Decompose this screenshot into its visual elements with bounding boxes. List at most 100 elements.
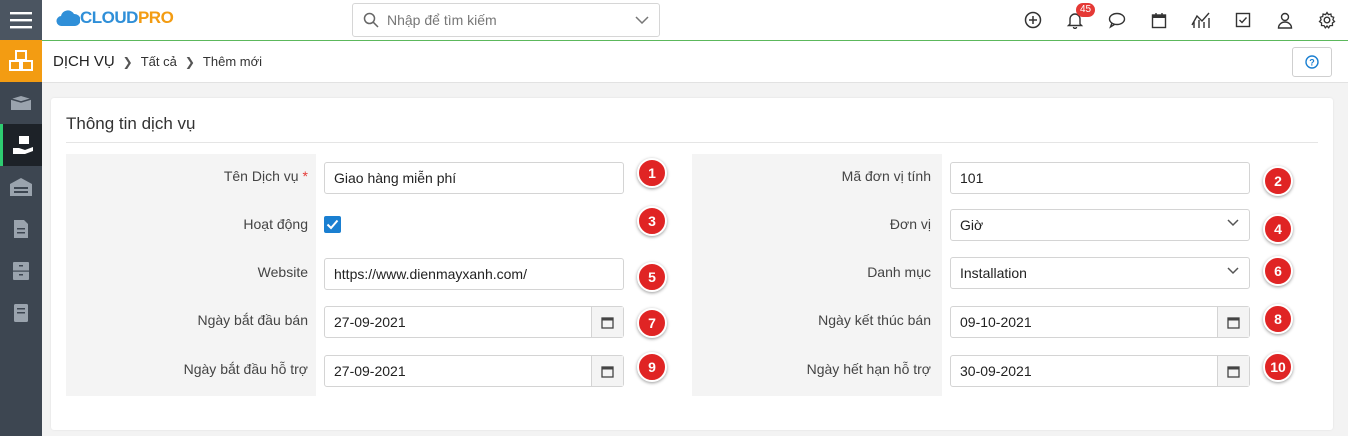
breadcrumb: DỊCH VỤ ❯ Tất cả ❯ Thêm mới ? <box>42 41 1348 83</box>
service-name-field[interactable]: Giao hàng miễn phí <box>324 162 624 194</box>
tasks-button[interactable] <box>1222 0 1264 40</box>
gear-icon <box>1318 11 1336 29</box>
messages-button[interactable] <box>1096 0 1138 40</box>
add-button[interactable] <box>1012 0 1054 40</box>
sale-start-label: Ngày bắt đầu bán <box>197 312 308 328</box>
top-bar: CLOUDPRO Nhập để tìm kiếm 45 <box>42 0 1348 41</box>
search-box[interactable]: Nhập để tìm kiếm <box>352 3 660 37</box>
document-icon <box>14 220 28 238</box>
logo-text-main: CLOUD <box>80 8 138 27</box>
box-open-icon <box>10 96 32 110</box>
chevron-down-icon <box>635 16 649 24</box>
marker-9: 9 <box>637 352 667 382</box>
calendar-icon <box>601 365 614 378</box>
marker-6: 6 <box>1263 256 1293 286</box>
hamburger-icon <box>10 12 32 29</box>
marker-1: 1 <box>637 158 667 188</box>
profile-button[interactable] <box>1264 0 1306 40</box>
warehouse-icon <box>10 178 32 196</box>
support-start-date-field[interactable]: 27-09-2021 <box>324 355 624 387</box>
support-start-calendar-button[interactable] <box>591 356 623 386</box>
calendar-icon <box>601 316 614 329</box>
search-input[interactable]: Nhập để tìm kiếm <box>387 12 635 28</box>
support-start-date-value: 27-09-2021 <box>334 363 406 379</box>
sidebar-item-inventory[interactable] <box>0 82 42 124</box>
unit-label: Đơn vị <box>889 216 931 232</box>
unit-select-value: Giờ <box>960 217 984 233</box>
chart-icon <box>1191 12 1210 28</box>
support-end-date-value: 30-09-2021 <box>960 363 1032 379</box>
marker-8: 8 <box>1263 304 1293 334</box>
sale-end-date-field[interactable]: 09-10-2021 <box>950 306 1250 338</box>
breadcrumb-current: Thêm mới <box>202 54 263 69</box>
active-checkbox[interactable] <box>324 216 341 233</box>
sidebar-item-archive[interactable] <box>0 250 42 292</box>
notification-badge: 45 <box>1076 3 1096 17</box>
support-start-label: Ngày bắt đầu hỗ trợ <box>183 361 308 377</box>
sidebar-item-documents[interactable] <box>0 208 42 250</box>
chat-bubble-icon <box>1108 12 1126 29</box>
calendar-icon <box>1151 12 1167 28</box>
logo-text-accent: PRO <box>137 8 174 27</box>
sale-start-date-value: 27-09-2021 <box>334 314 406 330</box>
support-end-date-field[interactable]: 30-09-2021 <box>950 355 1250 387</box>
marker-7: 7 <box>637 308 667 338</box>
marker-10: 10 <box>1263 352 1293 382</box>
category-select[interactable]: Installation <box>950 257 1250 289</box>
sale-start-calendar-button[interactable] <box>591 307 623 337</box>
cabinet-icon <box>13 262 29 280</box>
left-sidebar <box>0 0 42 436</box>
search-icon <box>363 12 379 28</box>
app-logo[interactable]: CLOUDPRO <box>56 8 174 28</box>
chevron-down-icon <box>1227 219 1239 227</box>
sale-end-date-value: 09-10-2021 <box>960 314 1032 330</box>
active-label: Hoạt động <box>243 216 308 232</box>
sidebar-item-warehouse[interactable] <box>0 166 42 208</box>
service-name-label: Tên Dịch vụ * <box>223 168 308 184</box>
user-icon <box>1277 12 1293 29</box>
card-title: Thông tin dịch vụ <box>66 114 196 133</box>
category-select-value: Installation <box>960 265 1027 281</box>
cloud-logo-icon <box>56 10 80 27</box>
support-end-calendar-button[interactable] <box>1217 356 1249 386</box>
sale-end-label: Ngày kết thúc bán <box>818 312 931 328</box>
sale-start-date-field[interactable]: 27-09-2021 <box>324 306 624 338</box>
chevron-down-icon <box>1227 267 1239 275</box>
help-button[interactable]: ? <box>1292 47 1332 77</box>
sidebar-item-books[interactable] <box>0 292 42 334</box>
sidebar-item-products[interactable] <box>0 40 42 82</box>
service-info-card: Thông tin dịch vụ Tên Dịch vụ * Giao hàng… <box>51 98 1333 430</box>
divider <box>66 142 1318 143</box>
marker-5: 5 <box>637 262 667 292</box>
plus-circle-icon <box>1024 11 1042 29</box>
help-icon: ? <box>1305 55 1319 69</box>
unit-code-label: Mã đơn vị tính <box>841 168 931 184</box>
marker-4: 4 <box>1263 214 1293 244</box>
breadcrumb-module[interactable]: DỊCH VỤ <box>53 53 115 70</box>
boxes-icon <box>9 50 33 71</box>
website-label: Website <box>257 264 308 280</box>
support-end-label: Ngày hết hạn hỗ trợ <box>806 361 931 377</box>
marker-2: 2 <box>1263 166 1293 196</box>
calendar-icon <box>1227 316 1240 329</box>
category-label: Danh mục <box>867 264 931 280</box>
website-field[interactable]: https://www.dienmayxanh.com/ <box>324 258 624 290</box>
unit-code-field[interactable]: 101 <box>950 162 1250 194</box>
marker-3: 3 <box>637 206 667 236</box>
svg-text:?: ? <box>1309 57 1315 67</box>
book-icon <box>14 304 28 322</box>
checkmark-icon <box>326 219 339 230</box>
reports-button[interactable] <box>1180 0 1222 40</box>
calendar-button[interactable] <box>1138 0 1180 40</box>
sale-end-calendar-button[interactable] <box>1217 307 1249 337</box>
hamburger-menu-button[interactable] <box>0 0 42 40</box>
unit-select[interactable]: Giờ <box>950 209 1250 241</box>
calendar-icon <box>1227 365 1240 378</box>
breadcrumb-all[interactable]: Tất cả <box>141 54 177 69</box>
notifications-button[interactable]: 45 <box>1054 0 1096 40</box>
hand-box-icon <box>12 136 33 154</box>
sidebar-item-services[interactable] <box>0 124 42 166</box>
chevron-right-icon: ❯ <box>184 54 195 69</box>
settings-button[interactable] <box>1306 0 1348 40</box>
checkbox-task-icon <box>1235 12 1251 28</box>
